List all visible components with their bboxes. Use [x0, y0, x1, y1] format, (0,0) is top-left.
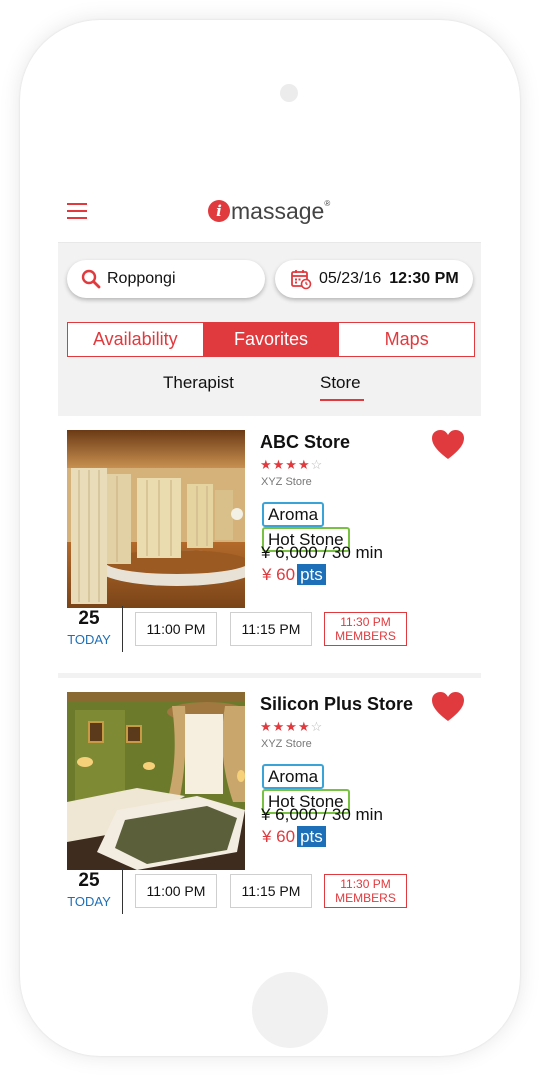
star-rating: ★★★★☆ [260, 457, 324, 472]
time-slot-button[interactable]: 11:00 PM [135, 874, 217, 908]
members-slot-time: 11:30 PM [340, 877, 391, 891]
registered-mark: ® [324, 198, 331, 208]
tag-aroma: Aroma [262, 502, 325, 527]
home-button[interactable] [252, 972, 328, 1048]
calendar-icon [291, 270, 312, 290]
location-search-field[interactable]: Roppongi [67, 260, 265, 298]
date-time-picker[interactable]: 05/23/16 12:30 PM [275, 260, 473, 298]
day-indicator: 25 TODAY [66, 608, 112, 647]
points: ¥ 60 pts [262, 826, 326, 847]
app-screen: i massage ® Roppongi 05/23/16 12:30 PM A… [58, 168, 481, 915]
subtab-store[interactable]: Store [320, 373, 361, 393]
day-indicator: 25 TODAY [66, 870, 112, 909]
points: ¥ 60 pts [262, 564, 326, 585]
divider [122, 868, 123, 914]
members-slot-time: 11:30 PM [340, 615, 391, 629]
price: ¥ 6,000 / 30 min [261, 805, 383, 824]
day-label: TODAY [67, 632, 111, 647]
tab-maps[interactable]: Maps [339, 323, 474, 356]
logo-text: massage [231, 197, 325, 224]
time-slot-button[interactable]: 11:00 PM [135, 612, 217, 646]
star-rating: ★★★★☆ [260, 719, 324, 734]
members-time-slot-button[interactable]: 11:30 PM MEMBERS [324, 612, 407, 646]
date-value: 05/23/16 [319, 270, 382, 287]
store-photo [67, 692, 245, 870]
members-time-slot-button[interactable]: 11:30 PM MEMBERS [324, 874, 407, 908]
location-value: Roppongi [107, 270, 176, 287]
time-slot-button[interactable]: 11:15 PM [230, 612, 312, 646]
tab-availability[interactable]: Availability [68, 323, 204, 356]
price: ¥ 6,000 / 30 min [261, 543, 383, 562]
logo-mark: i [208, 200, 230, 222]
parent-store-name: XYZ Store [261, 476, 312, 488]
favorite-heart-icon[interactable] [432, 430, 464, 460]
search-panel: Roppongi 05/23/16 12:30 PM Availability … [58, 243, 481, 416]
day-number: 25 [78, 608, 100, 629]
hamburger-menu-icon[interactable] [67, 203, 87, 219]
members-slot-label: MEMBERS [335, 629, 396, 643]
subtab-therapist[interactable]: Therapist [163, 373, 234, 393]
divider [122, 606, 123, 652]
points-unit-badge: pts [297, 564, 326, 585]
store-name[interactable]: ABC Store [260, 432, 350, 453]
front-camera [280, 84, 298, 102]
parent-store-name: XYZ Store [261, 738, 312, 750]
tag-aroma: Aroma [262, 764, 325, 789]
store-photo [67, 430, 245, 608]
tab-favorites[interactable]: Favorites [203, 323, 340, 356]
points-value: ¥ 60 [262, 565, 296, 584]
active-subtab-indicator [320, 399, 364, 401]
time-value: 12:30 PM [389, 270, 459, 287]
day-number: 25 [78, 870, 100, 891]
favorite-heart-icon[interactable] [432, 692, 464, 722]
day-label: TODAY [67, 894, 111, 909]
members-slot-label: MEMBERS [335, 891, 396, 905]
view-tabs: Availability Favorites Maps [67, 322, 475, 357]
app-header: i massage ® [58, 168, 481, 243]
time-slot-button[interactable]: 11:15 PM [230, 874, 312, 908]
store-name[interactable]: Silicon Plus Store [260, 694, 413, 715]
store-card[interactable]: Silicon Plus Store ★★★★☆ XYZ Store Aroma… [58, 678, 481, 915]
search-icon [81, 269, 101, 289]
points-value: ¥ 60 [262, 827, 296, 846]
points-unit-badge: pts [297, 826, 326, 847]
store-card[interactable]: ABC Store ★★★★☆ XYZ Store Aroma Hot Ston… [58, 416, 481, 678]
app-logo: i massage ® [208, 196, 330, 226]
